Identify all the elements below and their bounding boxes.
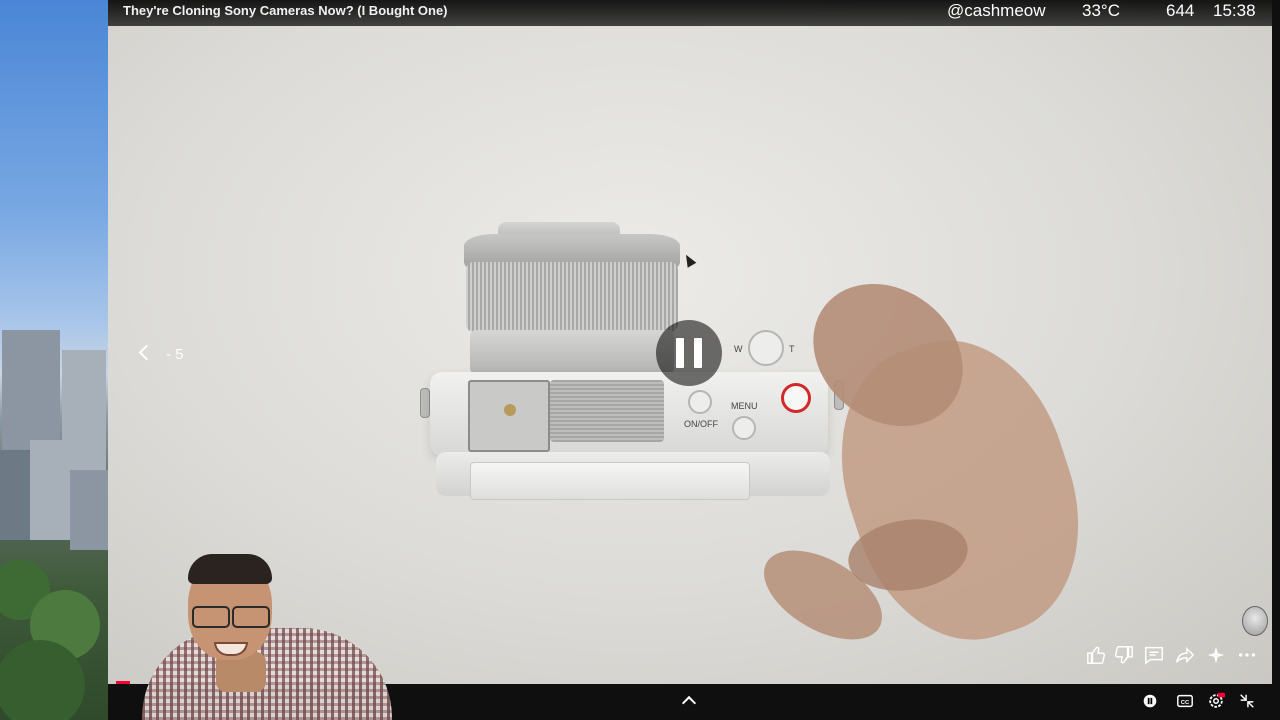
presenter-glasses — [192, 606, 230, 628]
action-bar — [1082, 640, 1262, 670]
presenter-glasses — [232, 606, 270, 628]
video-title[interactable]: They're Cloning Sony Cameras Now? (I Bou… — [123, 3, 448, 18]
captions-icon[interactable]: CC — [1175, 692, 1195, 710]
channel-avatar[interactable] — [1242, 606, 1268, 636]
lens-mount — [470, 330, 674, 374]
settings-icon[interactable] — [1206, 692, 1226, 710]
hot-shoe-contact — [504, 404, 516, 416]
pause-small-icon[interactable] — [1140, 692, 1160, 710]
flip-screen — [470, 462, 750, 500]
presenter-hair — [188, 554, 272, 584]
pause-button[interactable] — [656, 320, 722, 386]
building — [70, 470, 108, 550]
record-button — [781, 383, 811, 413]
on-off-label: ON/OFF — [684, 419, 718, 429]
more-icon[interactable] — [1236, 644, 1258, 666]
webcam-overlay — [118, 540, 418, 720]
shutter-button — [748, 330, 784, 366]
like-icon[interactable] — [1086, 644, 1108, 666]
building — [30, 440, 70, 540]
status-count: 644 — [1166, 1, 1195, 20]
lens-focus-ring — [466, 262, 678, 332]
zoom-t-label: T — [789, 344, 795, 354]
pause-icon — [676, 338, 684, 368]
building — [0, 450, 30, 540]
zoom-w-label: W — [734, 344, 743, 354]
chevron-left-icon — [138, 344, 155, 361]
channel-handle: @cashmeow — [947, 1, 1046, 20]
pause-icon — [694, 338, 702, 368]
microphone-grille — [550, 380, 664, 442]
clock-time: 15:38 — [1213, 1, 1256, 20]
seek-text: ‑ 5 — [166, 346, 184, 363]
desktop-background-strip — [0, 0, 108, 720]
share-icon[interactable] — [1174, 644, 1196, 666]
dislike-icon[interactable] — [1112, 644, 1134, 666]
comments-icon[interactable] — [1143, 644, 1165, 666]
exit-fullscreen-icon[interactable] — [1237, 692, 1257, 710]
remix-icon[interactable] — [1205, 644, 1227, 666]
menu-button — [732, 416, 756, 440]
hot-shoe — [468, 380, 550, 452]
presenter-shirt-pattern — [142, 628, 392, 720]
temperature: 33°C — [1082, 1, 1120, 20]
on-off-button — [688, 390, 712, 414]
strap-lug — [420, 388, 430, 418]
menu-label: MENU — [731, 401, 758, 411]
svg-text:CC: CC — [1181, 700, 1190, 706]
mouse-cursor — [681, 252, 697, 268]
